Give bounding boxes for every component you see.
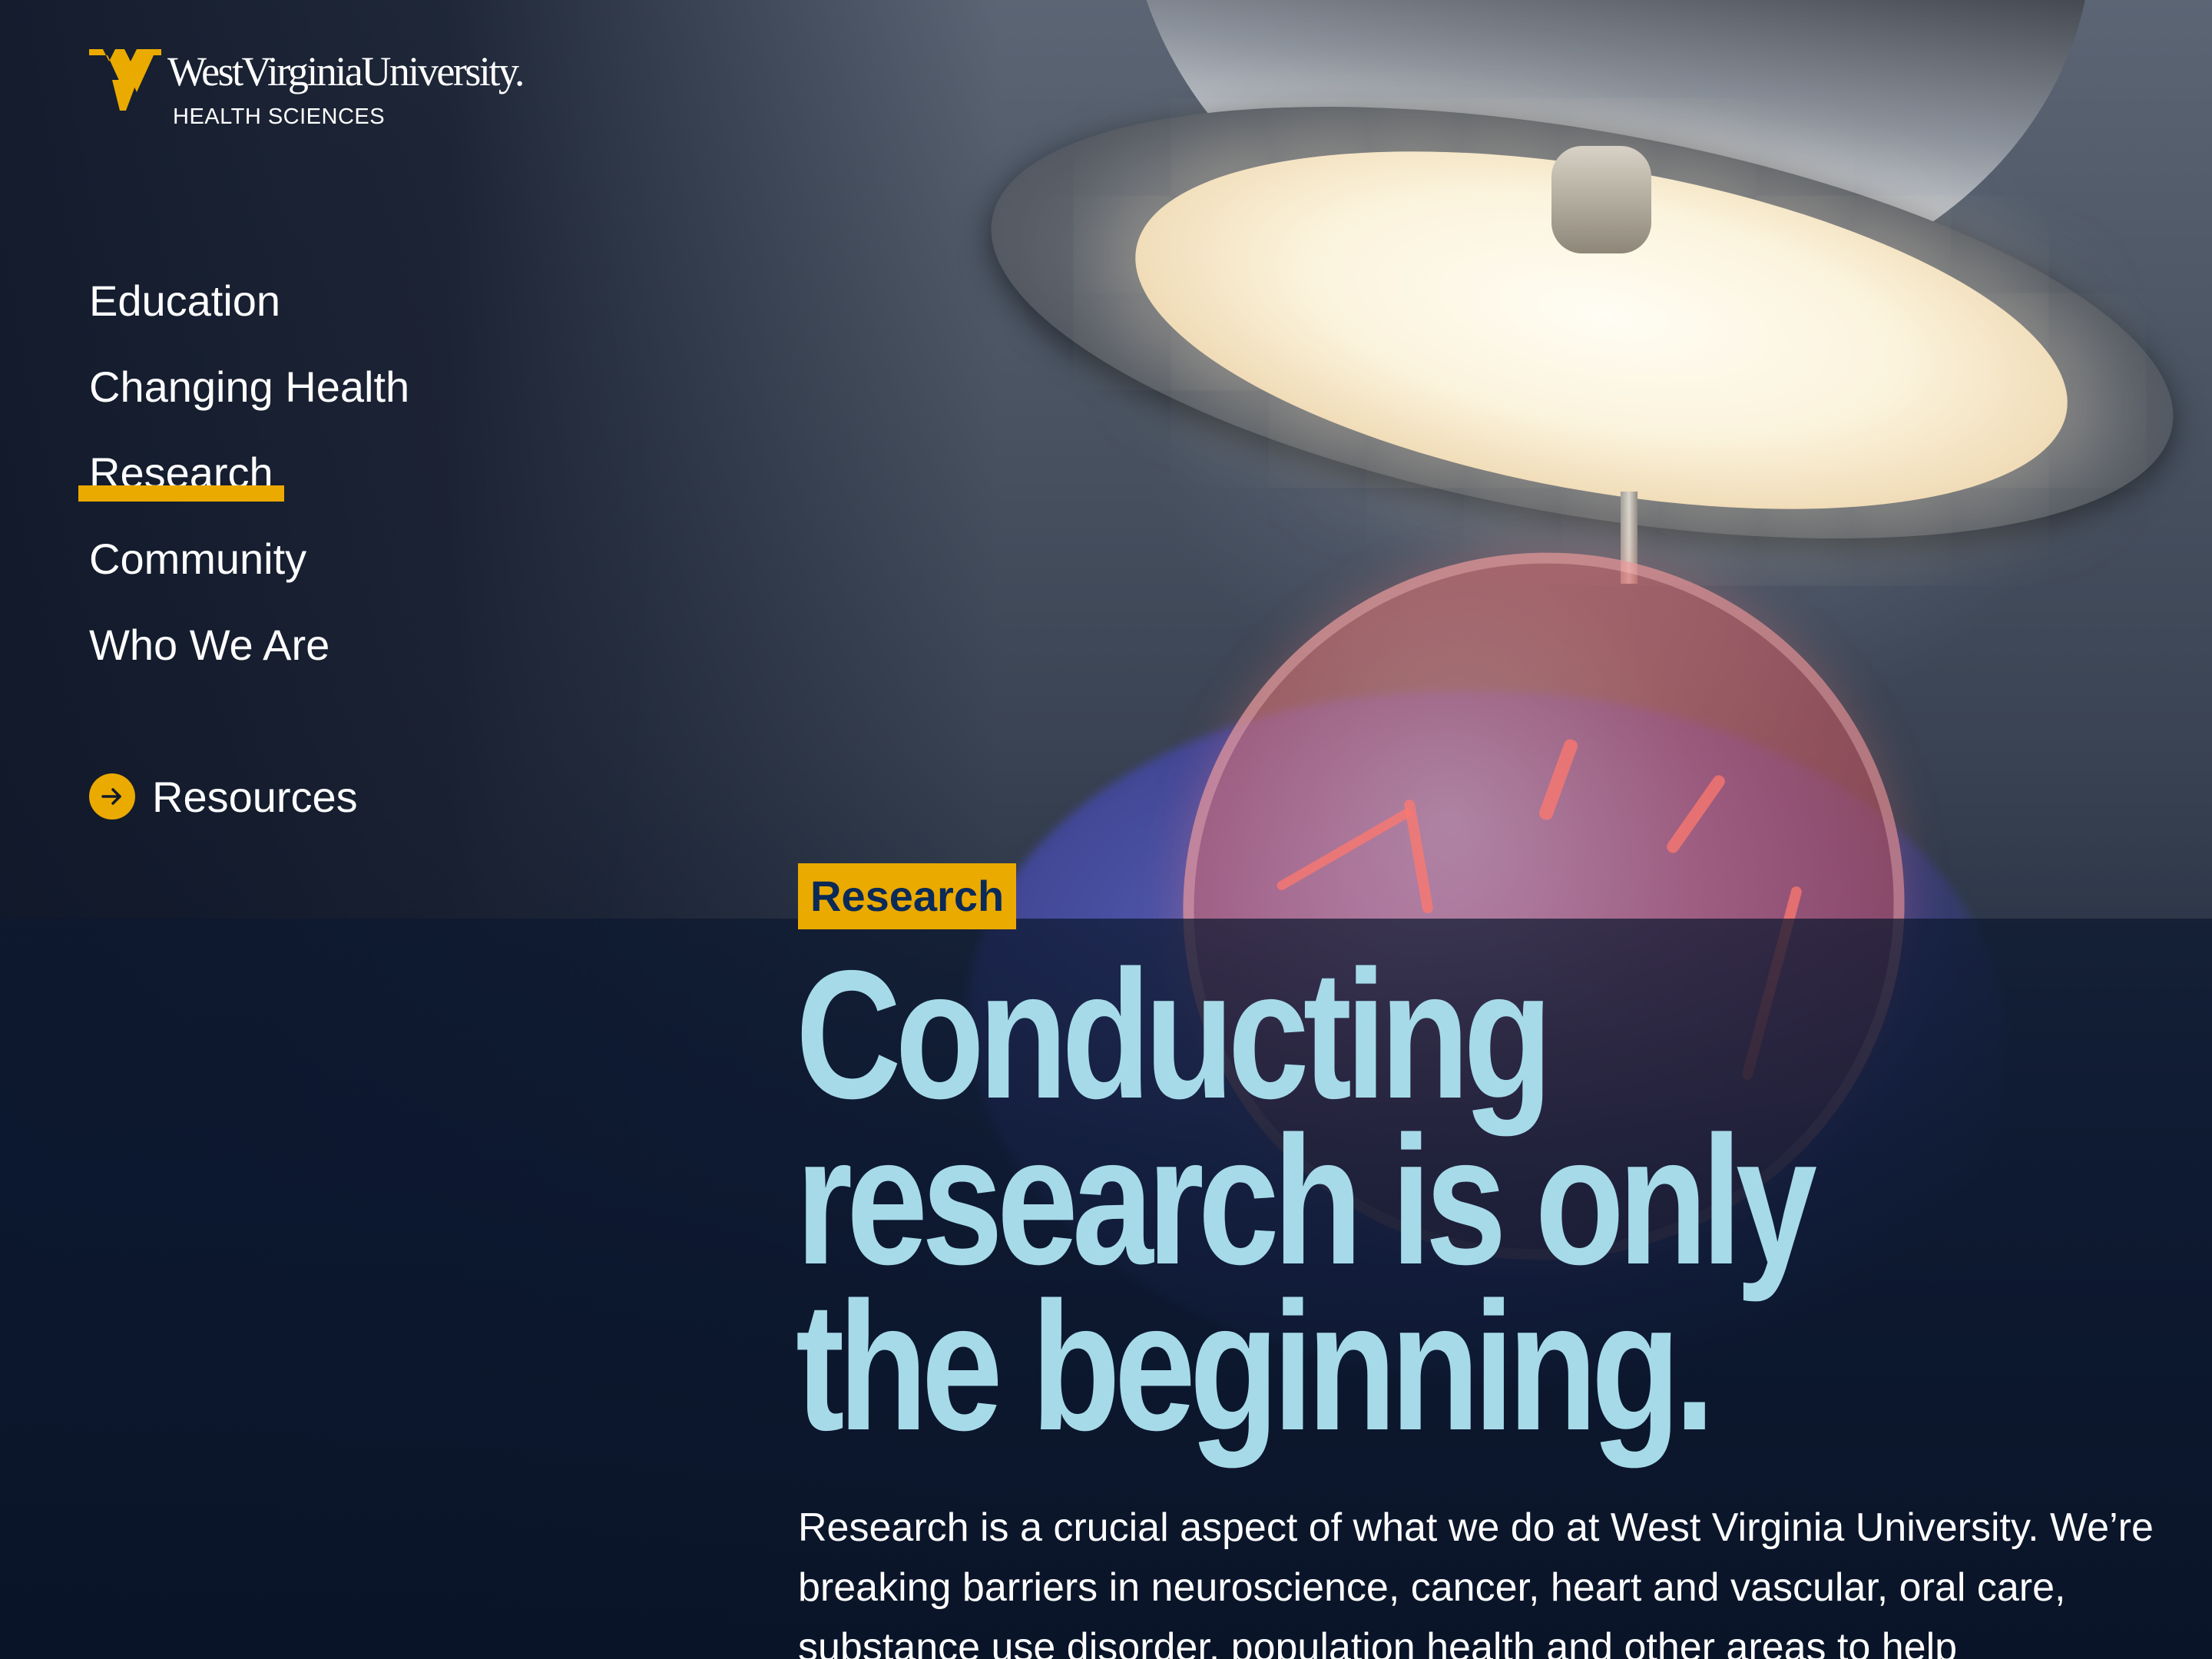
nav-item-changing-health[interactable]: Changing Health: [89, 356, 409, 442]
nav-item-education[interactable]: Education: [89, 270, 409, 356]
headline-line: research is only: [796, 1099, 1817, 1303]
resources-label: Resources: [152, 772, 358, 821]
wvu-health-sciences-logo[interactable]: WestVirginiaUniversity. HEALTH SCIENCES: [89, 45, 565, 137]
active-nav-underline: [78, 485, 284, 502]
lamp-knob: [1551, 146, 1651, 253]
wv-logo-mark-icon: [89, 49, 161, 111]
hero-body-text: Research is a crucial aspect of what we …: [798, 1505, 2154, 1659]
resources-link[interactable]: Resources: [89, 772, 358, 821]
arrow-right-circle-icon: [89, 773, 135, 820]
page: WestVirginiaUniversity. HEALTH SCIENCES …: [0, 0, 2212, 1659]
nav-item-community[interactable]: Community: [89, 528, 409, 614]
section-tag: Research: [798, 863, 1017, 929]
logo-wordmark: WestVirginiaUniversity.: [167, 48, 525, 94]
hero-headline: Conducting research is only the beginnin…: [796, 933, 1877, 1469]
nav-item-who-we-are[interactable]: Who We Are: [89, 614, 409, 700]
logo-subtitle: HEALTH SCIENCES: [173, 104, 386, 129]
headline-line: the beginning.: [796, 1265, 1715, 1469]
headline-line: Conducting: [796, 933, 1553, 1137]
